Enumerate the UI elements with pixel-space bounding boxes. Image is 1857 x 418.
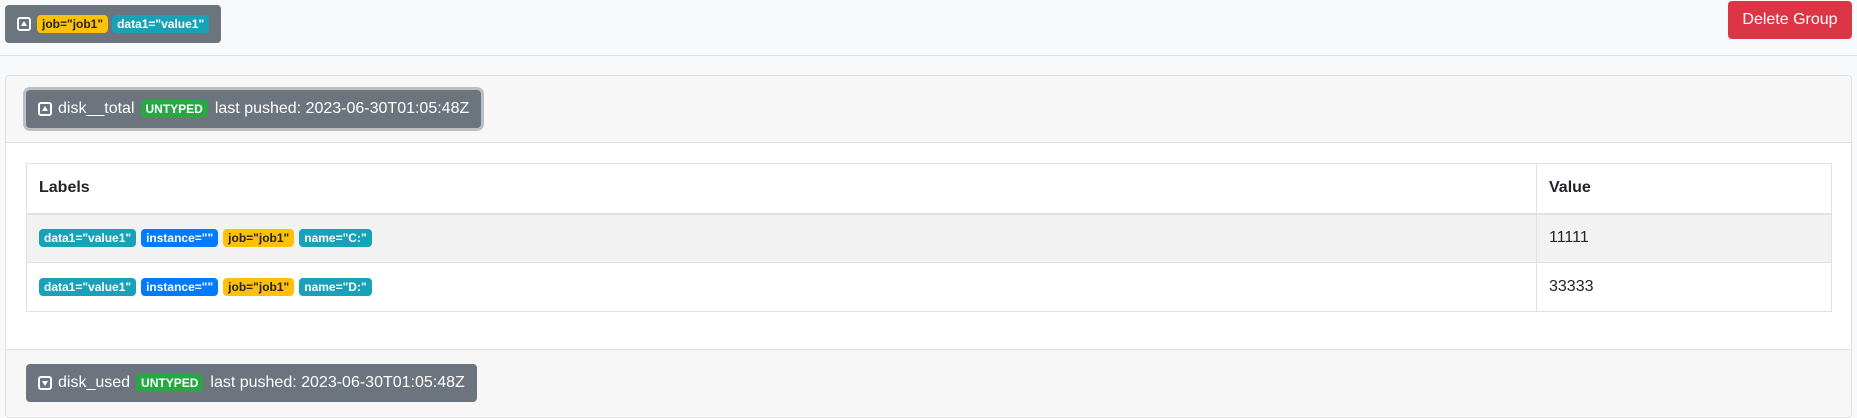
metric-type-badge: UNTYPED <box>140 100 208 118</box>
label-badge: name="C:" <box>299 229 372 248</box>
label-badge: data1="value1" <box>39 229 137 248</box>
collapse-square-icon <box>38 102 52 116</box>
metric-toggle-button[interactable]: disk_used UNTYPED last pushed: 2023-06-3… <box>26 364 477 402</box>
group-label-badge: job="job1" <box>37 15 109 33</box>
metric-type-badge: UNTYPED <box>136 374 204 392</box>
label-badge: name="D:" <box>299 278 372 296</box>
metric-header: disk__total UNTYPED last pushed: 2023-06… <box>6 76 1851 143</box>
metric-header: disk_used UNTYPED last pushed: 2023-06-3… <box>6 349 1851 416</box>
metric-toggle-button[interactable]: disk__total UNTYPED last pushed: 2023-06… <box>26 90 482 128</box>
metric-body: Labels Value data1="value1" instance="" … <box>6 143 1851 349</box>
table-row: data1="value1" instance="" job="job1" na… <box>26 213 1832 263</box>
metric-table: Labels Value data1="value1" instance="" … <box>26 163 1832 312</box>
group-toggle-button[interactable]: job="job1" data1="value1" <box>5 5 222 43</box>
column-header-labels: Labels <box>26 163 1537 215</box>
labels-cell: data1="value1" instance="" job="job1" na… <box>26 262 1537 312</box>
label-badge: data1="value1" <box>39 278 137 296</box>
label-badge: instance="" <box>141 278 219 296</box>
last-pushed-text: last pushed: 2023-06-30T01:05:48Z <box>210 374 465 391</box>
metric-name: disk_used <box>58 374 131 391</box>
label-badge: instance="" <box>141 229 219 248</box>
labels-cell: data1="value1" instance="" job="job1" na… <box>26 213 1537 263</box>
value-cell: 11111 <box>1536 213 1832 263</box>
expand-square-icon <box>38 376 52 390</box>
collapse-square-icon <box>17 17 31 31</box>
group-label-badge: data1="value1" <box>112 15 210 33</box>
value-cell: 33333 <box>1536 262 1832 312</box>
metric-name: disk__total <box>58 100 135 117</box>
table-row: data1="value1" instance="" job="job1" na… <box>26 262 1832 312</box>
label-badge: job="job1" <box>223 229 295 248</box>
column-header-value: Value <box>1536 163 1832 215</box>
group-header: job="job1" data1="value1" Delete Group <box>0 0 1857 56</box>
label-badge: job="job1" <box>223 278 295 296</box>
metrics-card: disk__total UNTYPED last pushed: 2023-06… <box>5 75 1852 418</box>
last-pushed-text: last pushed: 2023-06-30T01:05:48Z <box>214 100 470 117</box>
delete-group-button[interactable]: Delete Group <box>1728 1 1852 39</box>
table-header-row: Labels Value <box>26 163 1832 215</box>
